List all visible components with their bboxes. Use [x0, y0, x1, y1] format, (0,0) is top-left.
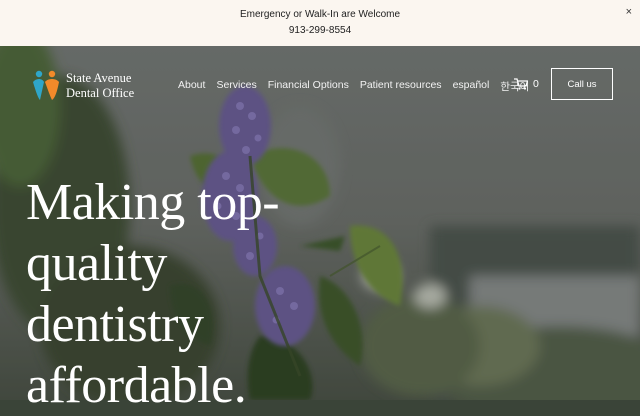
- cart-icon: [514, 78, 528, 90]
- logo-mark-icon: [33, 70, 59, 100]
- site-header: State Avenue Dental Office About Service…: [0, 46, 640, 126]
- nav-about[interactable]: About: [178, 79, 205, 94]
- call-us-button[interactable]: Call us: [551, 68, 613, 100]
- cart-link[interactable]: 0: [514, 78, 539, 90]
- nav-espanol[interactable]: español: [453, 79, 490, 94]
- logo-text: State Avenue Dental Office: [66, 71, 134, 101]
- main-nav: About Services Financial Options Patient…: [178, 79, 540, 94]
- nav-services[interactable]: Services: [216, 79, 256, 94]
- headline-line-4: affordable.: [26, 357, 247, 414]
- announcement-phone[interactable]: 913-299-8554: [0, 25, 640, 37]
- announcement-text: Emergency or Walk-In are Welcome: [239, 9, 401, 20]
- headline-line-1: Making top-: [26, 174, 280, 231]
- logo-line-2: Dental Office: [66, 86, 135, 100]
- headline-line-3: dentistry: [26, 296, 204, 353]
- hero-headline: Making top- quality dentistry affordable…: [26, 172, 280, 416]
- nav-patient-resources[interactable]: Patient resources: [360, 79, 442, 94]
- headline-line-2: quality: [26, 235, 167, 292]
- close-icon[interactable]: ×: [626, 6, 632, 18]
- announcement-bar: Emergency or Walk-In are Welcome 913-299…: [0, 0, 640, 46]
- logo-line-1: State Avenue: [66, 71, 132, 85]
- cart-count: 0: [533, 78, 539, 90]
- site-logo[interactable]: State Avenue Dental Office: [30, 68, 150, 104]
- nav-financial-options[interactable]: Financial Options: [268, 79, 349, 94]
